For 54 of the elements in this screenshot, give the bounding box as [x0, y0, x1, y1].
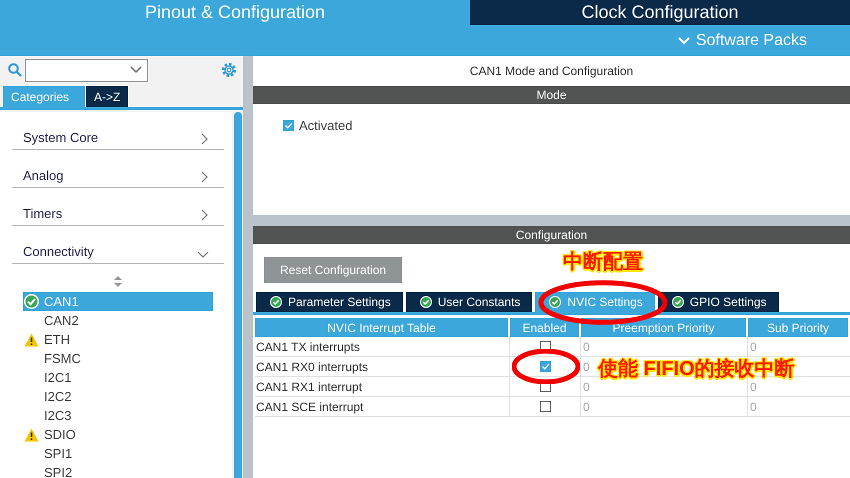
peripheral-item[interactable]: SDIO — [23, 425, 213, 444]
category-item[interactable]: Timers — [12, 188, 224, 226]
column-header: Enabled — [510, 318, 581, 337]
table-cell: 0 — [748, 337, 850, 357]
settings-tab[interactable]: User Constants — [406, 292, 532, 312]
settings-tab[interactable]: GPIO Settings — [658, 292, 778, 312]
table-cell: 0 — [581, 377, 748, 397]
warning-icon — [24, 428, 39, 442]
settings-tab[interactable]: Parameter Settings — [256, 292, 403, 312]
sort-icon — [114, 276, 122, 286]
checkbox[interactable] — [283, 120, 294, 131]
check-circle-icon — [420, 296, 432, 308]
checkbox-label: Activated — [299, 118, 352, 133]
column-header: Sub Priority — [748, 318, 850, 337]
check-circle-icon — [24, 294, 39, 309]
dropdown-icon — [130, 66, 142, 74]
column-header: NVIC Interrupt Table — [255, 318, 510, 337]
section-header: Mode — [253, 86, 850, 104]
peripheral-item[interactable]: SPI2 — [23, 463, 213, 478]
chevron-down-icon — [678, 36, 690, 44]
annotation-text: 中断配置 — [563, 250, 643, 275]
check-circle-icon — [270, 296, 282, 308]
peripheral-item[interactable]: CAN2 — [23, 311, 213, 330]
panel-title: CAN1 Mode and Configuration — [468, 63, 634, 80]
table-cell: CAN1 RX0 interrupts — [255, 357, 510, 377]
table-cell: 0 — [581, 397, 748, 417]
main-tab[interactable]: Clock Configuration — [470, 0, 850, 25]
table-cell: CAN1 RX1 interrupt — [255, 377, 510, 397]
section-header: Configuration — [253, 226, 850, 244]
sidebar-tab[interactable]: A->Z — [86, 86, 128, 107]
peripheral-item[interactable]: ETH — [23, 330, 213, 349]
search-icon — [8, 63, 22, 77]
peripheral-item[interactable]: I2C3 — [23, 406, 213, 425]
scrollbar[interactable] — [234, 112, 242, 478]
category-item[interactable]: System Core — [12, 112, 224, 150]
peripheral-item[interactable]: FSMC — [23, 349, 213, 368]
checkbox[interactable] — [540, 401, 550, 412]
category-item[interactable]: Connectivity — [12, 226, 224, 264]
category-item[interactable]: Analog — [12, 150, 224, 188]
peripheral-item[interactable]: SPI1 — [23, 444, 213, 463]
settings-icon — [220, 61, 238, 79]
checkbox[interactable] — [540, 361, 550, 372]
table-cell: 0 — [748, 397, 850, 417]
warning-icon — [24, 332, 39, 346]
table-cell: CAN1 TX interrupts — [255, 337, 510, 357]
table-cell: 0 — [581, 337, 748, 357]
table-cell: 0 — [748, 377, 850, 397]
check-circle-icon — [549, 296, 562, 308]
peripheral-item[interactable]: I2C2 — [23, 387, 213, 406]
peripheral-item[interactable]: I2C1 — [23, 368, 213, 387]
search-field[interactable] — [25, 58, 148, 82]
column-header: Preemption Priority — [581, 318, 748, 337]
check-circle-icon — [672, 296, 684, 308]
table-cell: CAN1 SCE interrupt — [255, 397, 510, 417]
